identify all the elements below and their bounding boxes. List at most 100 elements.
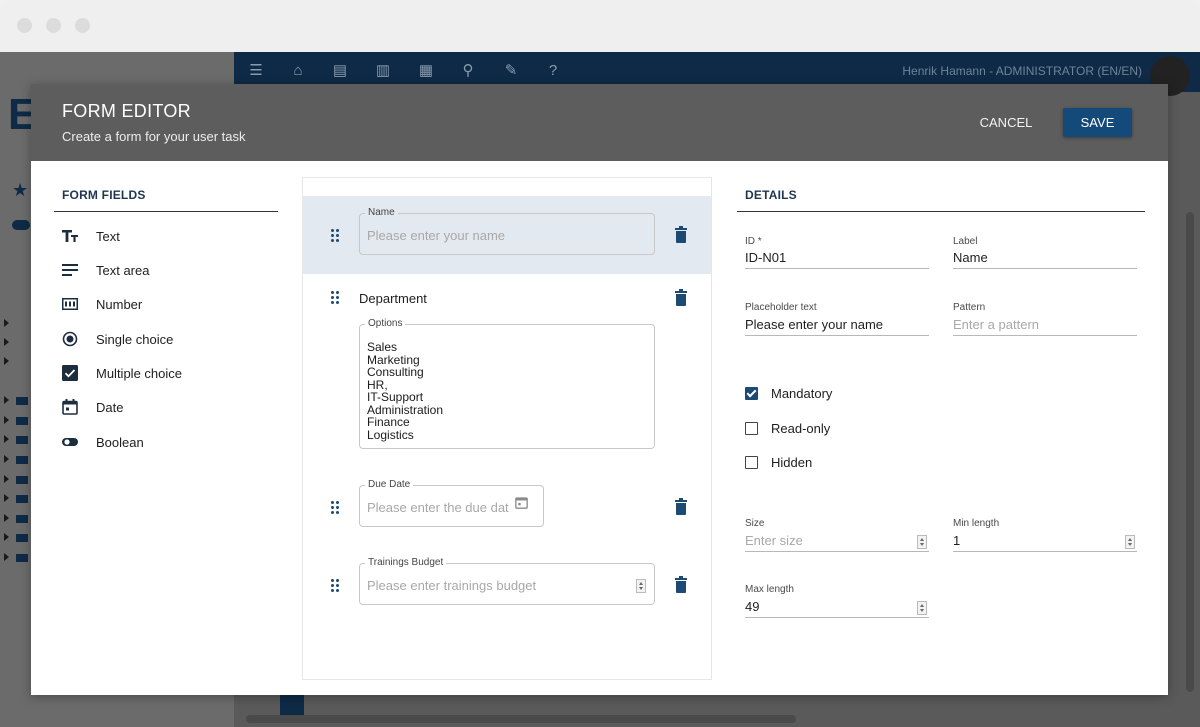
mandatory-checkbox[interactable]: Mandatory xyxy=(745,386,832,401)
tree-node xyxy=(4,533,30,542)
dialog-header: FORM EDITOR Create a form for your user … xyxy=(31,84,1168,161)
mandatory-label: Mandatory xyxy=(771,386,833,401)
window-minimize-dot[interactable] xyxy=(46,18,61,33)
tree-node xyxy=(4,396,30,405)
delete-icon[interactable] xyxy=(675,576,687,593)
field-item-label: Multiple choice xyxy=(96,365,182,381)
min-length-input[interactable] xyxy=(953,530,1137,552)
form-row-name-selected[interactable]: Name xyxy=(303,196,711,274)
checkbox-checked-icon[interactable] xyxy=(745,387,758,400)
window-titlebar xyxy=(0,0,1200,52)
min-length-label: Min length xyxy=(953,518,1000,529)
size-spinner-icon[interactable] xyxy=(917,535,927,549)
text-lines-icon xyxy=(61,261,79,279)
checkbox-unchecked-icon[interactable] xyxy=(745,422,758,435)
drag-handle-icon[interactable] xyxy=(331,579,339,593)
option-item: Consulting xyxy=(367,365,424,379)
due-date-legend: Due Date xyxy=(365,479,414,490)
tree-node xyxy=(4,455,30,464)
tree-node xyxy=(4,435,30,444)
background-block xyxy=(280,695,304,715)
trainings-budget-legend: Trainings Budget xyxy=(365,557,447,568)
name-field[interactable]: Name xyxy=(359,207,655,255)
size-input[interactable] xyxy=(745,530,929,552)
field-item-text-area[interactable]: Text area xyxy=(61,257,276,283)
field-item-number[interactable]: Number xyxy=(61,291,276,317)
hidden-label: Hidden xyxy=(771,455,813,470)
due-date-input[interactable] xyxy=(367,500,513,515)
option-item: Sales xyxy=(367,340,398,354)
pattern-input[interactable] xyxy=(953,314,1137,336)
form-editor-dialog: FORM EDITOR Create a form for your user … xyxy=(31,84,1168,695)
label-input[interactable] xyxy=(953,247,1137,269)
window-close-dot[interactable] xyxy=(17,18,32,33)
option-item: IT-Support xyxy=(367,390,424,404)
search-icon: ⚲ xyxy=(462,62,474,79)
radio-icon xyxy=(61,330,79,348)
placeholder-input[interactable] xyxy=(745,314,929,336)
number-spinner-icon[interactable] xyxy=(636,579,646,593)
name-input[interactable] xyxy=(367,228,637,243)
checkbox-unchecked-icon[interactable] xyxy=(745,456,758,469)
field-item-multiple-choice[interactable]: Multiple choice xyxy=(61,360,276,386)
field-item-label: Date xyxy=(96,399,124,415)
field-item-text[interactable]: Text xyxy=(61,223,276,249)
read-only-checkbox[interactable]: Read-only xyxy=(745,421,830,436)
drag-handle-icon[interactable] xyxy=(331,291,339,305)
field-item-date[interactable]: Date xyxy=(61,394,276,420)
menu-icon: ☰ xyxy=(249,62,263,79)
calendar-icon[interactable] xyxy=(515,496,528,514)
tree-node xyxy=(4,357,30,366)
id-label: ID * xyxy=(745,236,762,247)
tree-node xyxy=(4,319,30,328)
number-icon xyxy=(61,295,79,313)
star-icon: ★ xyxy=(12,180,29,200)
max-length-input[interactable] xyxy=(745,596,929,618)
book-icon: ▥ xyxy=(375,62,391,79)
checkbox-icon xyxy=(61,364,79,382)
max-length-label: Max length xyxy=(745,584,794,595)
option-item: Logistics xyxy=(367,427,414,442)
tree-node xyxy=(4,514,30,523)
save-button[interactable]: SAVE xyxy=(1063,108,1132,137)
help-icon: ? xyxy=(548,62,558,79)
field-item-single-choice[interactable]: Single choice xyxy=(61,326,276,352)
delete-icon[interactable] xyxy=(675,226,687,243)
field-item-label: Single choice xyxy=(96,331,174,347)
trainings-budget-field[interactable]: Trainings Budget xyxy=(359,557,655,605)
department-label: Department xyxy=(359,291,427,306)
home-icon: ⌂ xyxy=(293,62,303,79)
due-date-field[interactable]: Due Date xyxy=(359,479,544,527)
window-maximize-dot[interactable] xyxy=(75,18,90,33)
field-item-label: Text area xyxy=(96,262,150,278)
read-only-label: Read-only xyxy=(771,421,831,436)
id-input[interactable] xyxy=(745,247,929,269)
drag-handle-icon[interactable] xyxy=(331,229,339,243)
tree-node xyxy=(4,475,30,484)
options-legend: Options xyxy=(365,318,406,329)
size-label: Size xyxy=(745,518,765,529)
tree-node xyxy=(4,553,30,562)
clipboard-icon: ▤ xyxy=(332,62,348,79)
cancel-button[interactable]: CANCEL xyxy=(971,108,1041,136)
details-divider xyxy=(737,211,1145,212)
background-user: Henrik Hamann - ADMINISTRATOR (EN/EN) xyxy=(902,64,1142,78)
print-icon: ▦ xyxy=(418,62,434,79)
tree-node xyxy=(4,338,30,347)
field-item-label: Boolean xyxy=(96,434,144,450)
drag-handle-icon[interactable] xyxy=(331,501,339,515)
delete-icon[interactable] xyxy=(675,498,687,515)
options-field[interactable]: Options Sales Marketing Consulting HR, I… xyxy=(359,318,655,449)
dialog-subtitle: Create a form for your user task xyxy=(62,129,246,144)
hidden-checkbox[interactable]: Hidden xyxy=(745,455,812,470)
max-length-spinner-icon[interactable] xyxy=(917,601,927,615)
label-label: Label xyxy=(953,236,978,247)
trainings-budget-input[interactable] xyxy=(367,578,627,593)
background-scrollbar-horizontal xyxy=(246,715,796,723)
min-length-spinner-icon[interactable] xyxy=(1125,535,1135,549)
form-canvas: Name Department Options Sales Marketing … xyxy=(302,177,712,680)
pattern-label: Pattern xyxy=(953,302,986,313)
delete-icon[interactable] xyxy=(675,289,687,306)
field-item-boolean[interactable]: Boolean xyxy=(61,429,276,455)
tree-node xyxy=(4,494,30,503)
